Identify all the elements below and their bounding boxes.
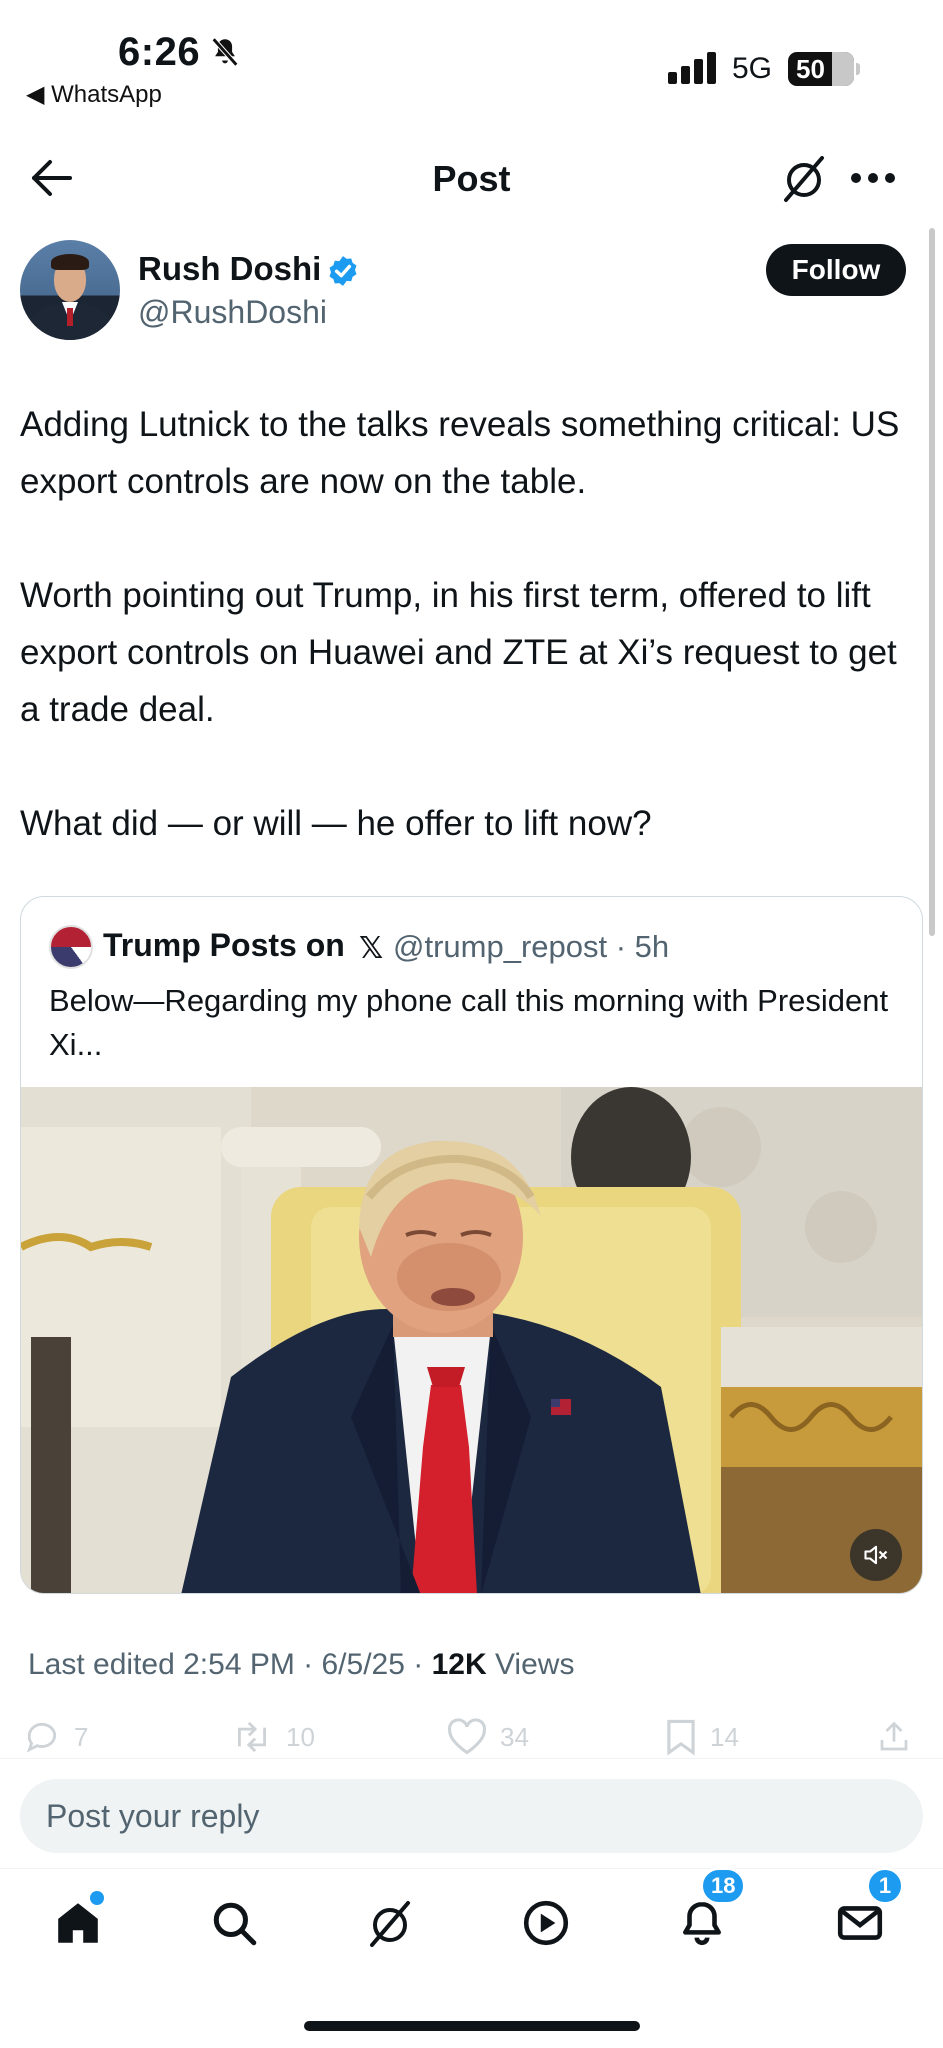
mute-video-button[interactable] xyxy=(850,1529,902,1581)
reply-icon xyxy=(26,1722,57,1753)
bottom-navigation: 18 1 xyxy=(0,1867,943,2048)
network-type: 5G xyxy=(732,52,773,85)
bell-icon xyxy=(683,1901,721,1946)
nav-notifications[interactable]: 18 xyxy=(672,1867,747,1953)
reply-bar xyxy=(0,1758,943,1870)
avatar-hair xyxy=(51,254,89,270)
like-action[interactable]: 34 xyxy=(446,1718,529,1756)
quoted-author-name: Trump Posts on xyxy=(103,927,345,963)
speaker-muted-icon xyxy=(864,1545,888,1565)
search-icon xyxy=(213,1902,257,1946)
share-action[interactable] xyxy=(876,1718,912,1756)
nav-grok[interactable] xyxy=(360,1893,420,1953)
verified-badge-icon xyxy=(329,256,357,286)
share-icon xyxy=(880,1721,908,1751)
messages-badge: 1 xyxy=(866,1867,904,1905)
author-handle[interactable]: @RushDoshi xyxy=(138,294,327,331)
post-actions: 7 10 34 14 xyxy=(0,1718,943,1762)
edited-timestamp[interactable]: Last edited 2:54 PM · 6/5/25 · xyxy=(28,1648,423,1681)
scrollbar[interactable] xyxy=(929,228,935,936)
quoted-video[interactable] xyxy=(21,1087,922,1593)
post-paragraph: Adding Lutnick to the talks reveals some… xyxy=(20,405,900,501)
notifications-badge: 18 xyxy=(700,1867,747,1905)
post-header: Post xyxy=(0,140,943,220)
home-indicator xyxy=(304,2021,640,2031)
nav-home[interactable] xyxy=(48,1891,108,1953)
bookmark-count: 14 xyxy=(710,1721,739,1752)
grok-icon xyxy=(370,1901,410,1947)
battery-indicator: 50 xyxy=(788,52,860,86)
mail-icon xyxy=(837,1906,883,1940)
play-circle-icon xyxy=(523,1900,569,1946)
nav-search[interactable] xyxy=(204,1893,264,1953)
heart-icon xyxy=(447,1718,487,1755)
status-time: 6:26 xyxy=(118,30,201,74)
reply-action[interactable]: 7 xyxy=(22,1718,88,1756)
x-logo-icon: 𝕏 xyxy=(359,932,384,965)
like-count: 34 xyxy=(500,1721,529,1752)
more-options-icon[interactable] xyxy=(850,172,896,184)
cellular-signal-icon xyxy=(668,52,716,84)
avatar-tie xyxy=(67,308,73,326)
home-unread-dot xyxy=(90,1891,104,1905)
battery-level: 50 xyxy=(796,53,825,84)
repost-icon xyxy=(238,1721,266,1753)
home-icon xyxy=(58,1903,98,1943)
back-to-whatsapp-link[interactable]: ◀ WhatsApp xyxy=(26,80,162,109)
author-name[interactable]: Rush Doshi xyxy=(138,250,321,288)
post-body: Adding Lutnick to the talks reveals some… xyxy=(20,396,920,852)
quoted-author-avatar xyxy=(49,925,93,969)
nav-video[interactable] xyxy=(516,1893,576,1953)
views-count: 12K xyxy=(431,1648,487,1681)
views-label: Views xyxy=(494,1648,575,1681)
grok-icon[interactable] xyxy=(780,150,828,206)
post-paragraph: Worth pointing out Trump, in his first t… xyxy=(20,576,897,729)
follow-button[interactable]: Follow xyxy=(766,244,906,296)
quoted-post-card[interactable]: Trump Posts on 𝕏 @trump_repost · 5h Belo… xyxy=(20,896,923,1594)
battery-empty-part xyxy=(832,52,854,86)
quoted-post-text: Below—Regarding my phone call this morni… xyxy=(49,983,889,1062)
author-avatar[interactable] xyxy=(20,240,120,340)
repost-count: 10 xyxy=(286,1721,315,1752)
video-frame xyxy=(21,1087,922,1593)
post-paragraph: What did — or will — he offer to lift no… xyxy=(20,804,652,843)
bell-slash-icon xyxy=(211,37,239,67)
status-bar: 6:26 ◀ WhatsApp 5G 50 xyxy=(0,0,943,120)
quoted-handle-time: @trump_repost · 5h xyxy=(393,929,670,964)
post-meta: Last edited 2:54 PM · 6/5/25 · 12K Views xyxy=(28,1648,574,1682)
bookmark-action[interactable]: 14 xyxy=(664,1718,739,1756)
battery-tip xyxy=(856,63,860,75)
nav-messages[interactable]: 1 xyxy=(830,1867,904,1953)
reply-count: 7 xyxy=(74,1721,89,1752)
bookmark-icon xyxy=(667,1719,695,1756)
reply-input[interactable] xyxy=(20,1779,923,1853)
repost-action[interactable]: 10 xyxy=(230,1718,315,1756)
